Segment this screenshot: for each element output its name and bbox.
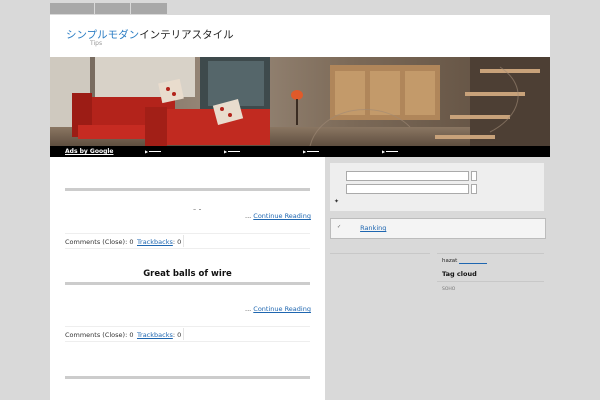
trackbacks: Trackbacks: 0 — [137, 238, 181, 246]
continue-reading-row: ... Continue Reading — [245, 212, 311, 220]
ranking-link-row[interactable]: Ranking — [346, 224, 386, 232]
search-button-1[interactable] — [471, 171, 477, 181]
ad-link-3[interactable] — [303, 148, 320, 155]
ad-link-4[interactable] — [382, 148, 399, 155]
nav-tab-2[interactable] — [95, 3, 130, 14]
comments-label: Comments (Close): — [65, 238, 128, 246]
site-title-rest[interactable]: インテリアスタイル — [139, 29, 234, 41]
comments-count: 0 — [129, 331, 134, 339]
ads-by-google-link[interactable]: Ads by Google — [65, 148, 113, 155]
post-excerpt: ˜ ˜ — [193, 208, 202, 216]
rss-icon[interactable]: ✦ — [334, 198, 339, 205]
ranking-link[interactable]: Ranking — [360, 224, 386, 232]
meta-separator — [183, 328, 184, 340]
post-divider — [65, 188, 310, 191]
sidebar: ✦ ✓ Ranking hazat Tag cloud SOHO — [325, 157, 550, 400]
site-header: シンプルモダンインテリアスタイル Tips — [50, 15, 550, 57]
ranking-box: ✓ Ranking — [330, 218, 546, 239]
main-content: ˜ ˜ ... Continue Reading Comments (Close… — [50, 157, 325, 400]
post-title[interactable]: Great balls of wire — [50, 269, 325, 279]
site-title-highlight[interactable]: シンプルモダン — [66, 29, 139, 41]
tag-item[interactable]: SOHO — [442, 287, 455, 292]
hazat-link[interactable] — [459, 258, 488, 264]
nav-tab-3[interactable] — [131, 3, 167, 14]
ad-link-2[interactable] — [224, 148, 241, 155]
post-meta-divider — [65, 248, 310, 249]
check-icon: ✓ — [337, 224, 342, 230]
comments-label: Comments (Close): — [65, 331, 128, 339]
trackbacks-link[interactable]: Trackbacks — [137, 238, 173, 246]
sidebar-divider — [330, 253, 430, 254]
continue-reading-link[interactable]: Continue Reading — [253, 305, 311, 313]
post-meta: Comments (Close): 0 — [65, 238, 134, 246]
header-banner-image — [50, 57, 550, 146]
top-nav — [50, 3, 167, 14]
hazat-label: hazat — [442, 258, 458, 264]
meta-separator — [183, 235, 184, 247]
comments-count: 0 — [129, 238, 134, 246]
site-tagline: Tips — [90, 40, 103, 47]
sidebar-divider — [437, 281, 544, 282]
search-input-2[interactable] — [346, 184, 469, 194]
continue-reading-row: ... Continue Reading — [245, 305, 311, 313]
continue-reading-link[interactable]: Continue Reading — [253, 212, 311, 220]
ellipsis: ... — [245, 305, 252, 313]
post-meta: Comments (Close): 0 — [65, 331, 134, 339]
post-divider — [65, 282, 310, 285]
trackbacks-link[interactable]: Trackbacks — [137, 331, 173, 339]
trackbacks: Trackbacks: 0 — [137, 331, 181, 339]
post-divider — [65, 376, 310, 379]
trackbacks-count: : 0 — [172, 331, 182, 339]
ellipsis: ... — [245, 212, 252, 220]
ads-bar: Ads by Google — [50, 146, 550, 157]
ad-link-1[interactable] — [145, 148, 162, 155]
post-meta-divider — [65, 233, 310, 234]
sidebar-divider — [437, 253, 544, 254]
post-meta-divider — [65, 341, 310, 342]
trackbacks-count: : 0 — [172, 238, 182, 246]
search-input-1[interactable] — [346, 171, 469, 181]
search-button-2[interactable] — [471, 184, 477, 194]
nav-tab-1[interactable] — [50, 3, 94, 14]
post-meta-divider — [65, 326, 310, 327]
search-box: ✦ — [330, 163, 544, 211]
hazat-row: hazat — [442, 258, 488, 264]
tag-cloud-heading: Tag cloud — [442, 270, 477, 278]
